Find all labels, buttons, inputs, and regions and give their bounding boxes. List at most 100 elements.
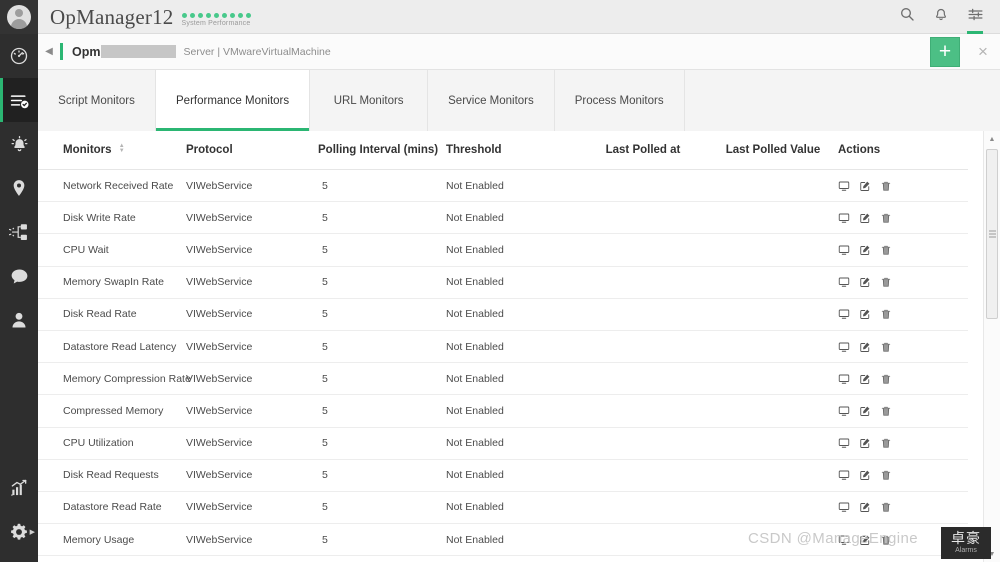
close-button[interactable]: ×	[966, 34, 1000, 70]
tab-performance-monitors[interactable]: Performance Monitors	[156, 70, 311, 131]
delete-trash-icon[interactable]	[880, 180, 892, 192]
table-row[interactable]: CPU Wait VIWebService 5 Not Enabled	[38, 233, 968, 267]
cell-monitor[interactable]: Memory Compression Rate	[38, 362, 191, 396]
cell-last-polled-value	[708, 394, 838, 428]
edit-pencil-icon[interactable]	[859, 276, 871, 288]
sidebar-item-network[interactable]	[0, 210, 38, 254]
tab-url-monitors[interactable]: URL Monitors	[310, 70, 429, 131]
cell-monitor[interactable]: Compressed Memory	[38, 394, 186, 428]
delete-trash-icon[interactable]	[880, 501, 892, 513]
cell-actions	[838, 233, 968, 267]
delete-trash-icon[interactable]	[880, 373, 892, 385]
table-row[interactable]: Memory Compression Rate VIWebService 5 Not …	[38, 362, 968, 396]
delete-trash-icon[interactable]	[880, 534, 892, 546]
search-button[interactable]	[892, 0, 922, 34]
cell-monitor[interactable]: Disk Write Rate	[38, 201, 186, 235]
monitor-display-icon[interactable]	[838, 469, 850, 481]
table-row[interactable]: Datastore Read Rate VIWebService 5 Not Enab…	[38, 491, 968, 525]
edit-pencil-icon[interactable]	[859, 469, 871, 481]
delete-trash-icon[interactable]	[880, 244, 892, 256]
brand-logo[interactable]: OpManager12 System Performance	[38, 6, 251, 28]
chat-bubble-icon	[9, 266, 30, 287]
cell-monitor[interactable]: CPU Utilization	[38, 427, 186, 460]
delete-trash-icon[interactable]	[880, 469, 892, 481]
monitor-display-icon[interactable]	[838, 341, 850, 353]
table-row[interactable]: Disk Read Rate VIWebService 5 Not Enabled	[38, 298, 968, 331]
cell-monitor[interactable]: CPU Wait	[38, 233, 186, 267]
cell-monitor[interactable]: Memory SwapIn Rate	[38, 266, 186, 299]
column-header-last-polled-at[interactable]: Last Polled at	[578, 131, 708, 170]
cell-protocol: VIWebService	[186, 266, 318, 299]
table-row[interactable]: Disk Read Requests VIWebService 5 Not Enabl…	[38, 459, 968, 492]
sidebar-item-reports[interactable]	[0, 466, 38, 510]
vertical-scrollbar[interactable]: ▲ ▼	[983, 131, 1000, 562]
scroll-up-arrow-icon[interactable]: ▲	[984, 131, 1000, 147]
cell-monitor[interactable]: Datastore Read Rate	[38, 491, 186, 525]
collapse-left-icon[interactable]: ◀	[38, 34, 60, 70]
monitor-display-icon[interactable]	[838, 405, 850, 417]
edit-pencil-icon[interactable]	[859, 244, 871, 256]
delete-trash-icon[interactable]	[880, 276, 892, 288]
table-row[interactable]: Balloon MemoryVIWebService5Not Enabled	[38, 555, 968, 562]
sidebar-avatar[interactable]	[0, 0, 38, 34]
notifications-button[interactable]	[926, 0, 956, 34]
edit-pencil-icon[interactable]	[859, 308, 871, 320]
cell-monitor[interactable]: Disk Read Rate	[38, 298, 186, 331]
edit-pencil-icon[interactable]	[859, 405, 871, 417]
monitor-display-icon[interactable]	[838, 244, 850, 256]
monitor-display-icon[interactable]	[838, 180, 850, 192]
cell-last-polled-at	[578, 169, 708, 203]
table-row[interactable]: Datastore Read Latency VIWebService 5 Not E…	[38, 330, 968, 364]
cell-monitor[interactable]: Memory Usage	[38, 523, 186, 557]
table-row[interactable]: Memory Usage VIWebService 5 Not Enabled	[38, 523, 968, 557]
add-button[interactable]: +	[930, 36, 960, 67]
table-row[interactable]: Memory SwapIn Rate VIWebService 5 Not Enabl…	[38, 266, 968, 299]
edit-pencil-icon[interactable]	[859, 534, 871, 546]
edit-pencil-icon[interactable]	[859, 180, 871, 192]
column-header-monitors[interactable]: Monitors ▲ ▼	[38, 131, 186, 170]
monitor-display-icon[interactable]	[838, 276, 850, 288]
sidebar-item-monitors[interactable]	[0, 78, 38, 122]
monitor-display-icon[interactable]	[838, 212, 850, 224]
scrollbar-thumb[interactable]	[986, 149, 998, 319]
sidebar-item-users[interactable]	[0, 298, 38, 342]
delete-trash-icon[interactable]	[880, 212, 892, 224]
sidebar-item-alarms[interactable]	[0, 122, 38, 166]
table-row[interactable]: Network Received Rate VIWebService 5 Not En…	[38, 169, 968, 203]
cell-monitor[interactable]: Balloon Memory	[38, 555, 186, 562]
monitor-display-icon[interactable]	[838, 373, 850, 385]
cell-monitor[interactable]: Disk Read Requests	[38, 459, 186, 492]
table-row[interactable]: Compressed Memory VIWebService 5 Not Enable…	[38, 394, 968, 428]
monitor-display-icon[interactable]	[838, 501, 850, 513]
sidebar-item-chat[interactable]	[0, 254, 38, 298]
delete-trash-icon[interactable]	[880, 308, 892, 320]
monitor-display-icon[interactable]	[838, 308, 850, 320]
edit-pencil-icon[interactable]	[859, 212, 871, 224]
table-row[interactable]: CPU Utilization VIWebService 5 Not Enabled	[38, 427, 968, 460]
cell-polling: 5	[318, 233, 446, 267]
cell-monitor[interactable]: Datastore Read Latency	[38, 330, 186, 364]
delete-trash-icon[interactable]	[880, 405, 892, 417]
sidebar-item-dashboard[interactable]	[0, 34, 38, 78]
tab-service-monitors[interactable]: Service Monitors	[428, 70, 555, 131]
tab-script-monitors[interactable]: Script Monitors	[38, 70, 156, 131]
table-row[interactable]: Disk Write Rate VIWebService 5 Not Enabled	[38, 201, 968, 235]
sidebar-item-maps[interactable]	[0, 166, 38, 210]
edit-pencil-icon[interactable]	[859, 437, 871, 449]
sidebar-item-settings[interactable]: ▶	[0, 510, 38, 554]
cell-protocol: VIWebService	[186, 201, 318, 235]
delete-trash-icon[interactable]	[880, 341, 892, 353]
column-header-polling-interval[interactable]: Polling Interval (mins)	[318, 131, 446, 170]
column-header-threshold[interactable]: Threshold	[446, 131, 578, 170]
column-header-last-polled-value[interactable]: Last Polled Value	[708, 131, 838, 170]
edit-pencil-icon[interactable]	[859, 341, 871, 353]
edit-pencil-icon[interactable]	[859, 373, 871, 385]
settings-sliders-button[interactable]	[960, 0, 990, 34]
edit-pencil-icon[interactable]	[859, 501, 871, 513]
monitor-display-icon[interactable]	[838, 534, 850, 546]
monitor-display-icon[interactable]	[838, 437, 850, 449]
tab-process-monitors[interactable]: Process Monitors	[555, 70, 685, 131]
column-header-protocol[interactable]: Protocol	[186, 131, 318, 170]
delete-trash-icon[interactable]	[880, 437, 892, 449]
cell-monitor[interactable]: Network Received Rate	[38, 169, 186, 203]
